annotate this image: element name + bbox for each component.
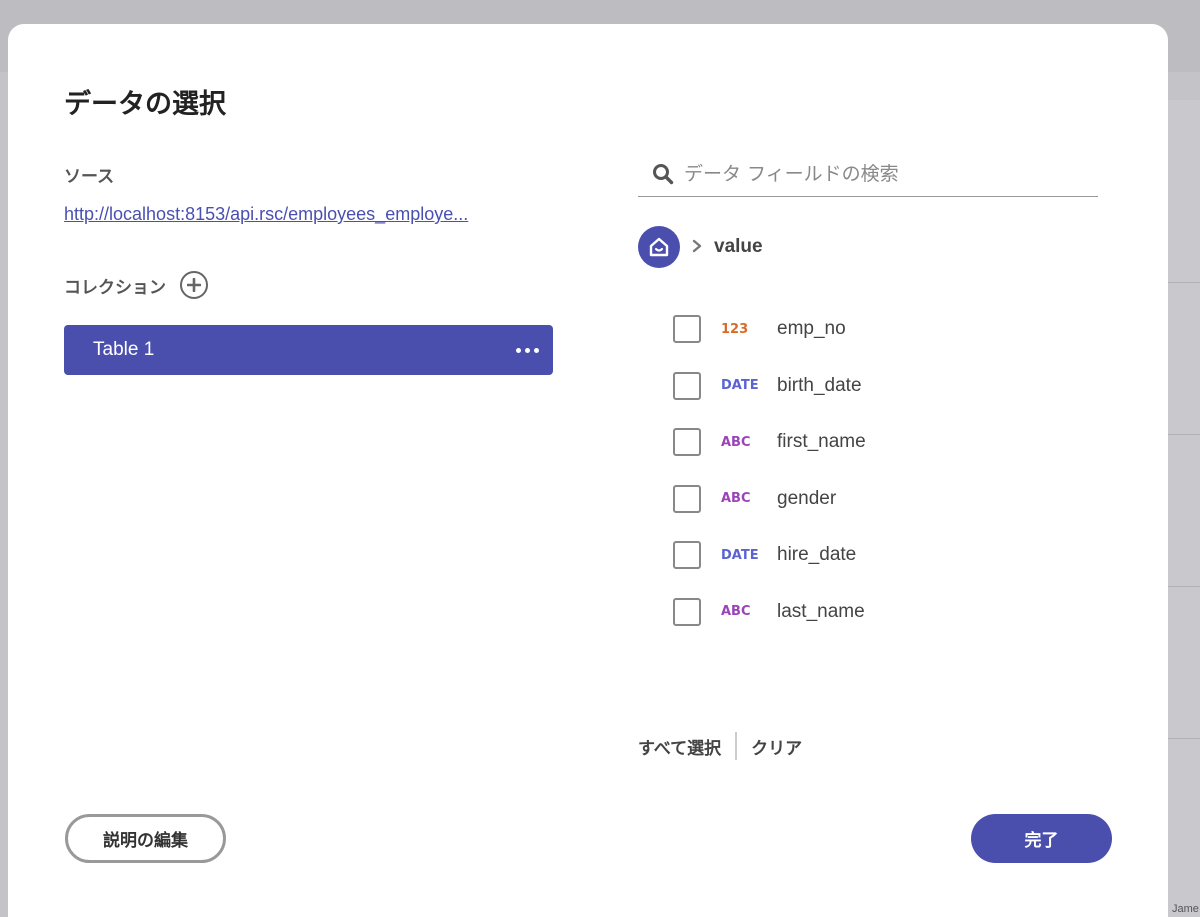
number-type-icon: 123 bbox=[721, 321, 749, 337]
more-options-icon[interactable] bbox=[516, 347, 539, 353]
text-type-icon: ABC bbox=[721, 604, 751, 620]
field-name: emp_no bbox=[777, 318, 846, 340]
selection-actions: すべて選択 クリア bbox=[638, 731, 802, 761]
done-button[interactable]: 完了 bbox=[971, 814, 1112, 863]
home-icon bbox=[649, 237, 669, 257]
background-chart-area bbox=[1168, 100, 1200, 917]
field-checkbox[interactable] bbox=[673, 597, 701, 626]
chevron-right-icon bbox=[692, 238, 702, 257]
breadcrumb-current[interactable]: value bbox=[714, 236, 763, 258]
text-type-icon: ABC bbox=[721, 434, 751, 450]
list-item[interactable]: ABC gender bbox=[673, 471, 866, 528]
field-checkbox[interactable] bbox=[673, 428, 701, 457]
list-item[interactable]: 123 emp_no bbox=[673, 301, 866, 358]
field-search bbox=[638, 152, 1098, 197]
select-data-dialog: データの選択 ソース http://localhost:8153/api.rsc… bbox=[8, 24, 1168, 917]
background-axis-label: Jame bbox=[1172, 903, 1199, 915]
select-all-button[interactable]: すべて選択 bbox=[638, 734, 721, 759]
collection-label: コレクション bbox=[64, 277, 166, 298]
field-name: hire_date bbox=[777, 544, 857, 566]
background-gridline bbox=[1168, 434, 1200, 435]
search-input[interactable] bbox=[684, 163, 1084, 185]
date-type-icon: DATE bbox=[721, 378, 759, 394]
plus-icon bbox=[187, 278, 201, 292]
field-checkbox[interactable] bbox=[673, 541, 701, 570]
divider bbox=[735, 732, 738, 760]
source-label: ソース bbox=[64, 167, 115, 187]
field-checkbox[interactable] bbox=[673, 371, 701, 400]
source-url-link[interactable]: http://localhost:8153/api.rsc/employees_… bbox=[64, 204, 552, 225]
field-list: 123 emp_no DATE birth_date ABC first_nam… bbox=[673, 301, 866, 640]
background-gridline bbox=[1168, 738, 1200, 739]
breadcrumb: value bbox=[638, 226, 763, 268]
background-gridline bbox=[1168, 586, 1200, 587]
text-type-icon: ABC bbox=[721, 491, 751, 507]
background-gridline bbox=[1168, 282, 1200, 283]
add-collection-button[interactable] bbox=[180, 271, 208, 299]
list-item[interactable]: DATE hire_date bbox=[673, 527, 866, 584]
field-checkbox[interactable] bbox=[673, 315, 701, 344]
clear-button[interactable]: クリア bbox=[751, 734, 802, 759]
field-name: first_name bbox=[777, 431, 866, 453]
field-checkbox[interactable] bbox=[673, 484, 701, 513]
field-name: gender bbox=[777, 487, 837, 509]
field-name: last_name bbox=[777, 600, 865, 622]
list-item[interactable]: DATE birth_date bbox=[673, 358, 866, 415]
collection-item-label: Table 1 bbox=[93, 339, 155, 360]
home-button[interactable] bbox=[638, 226, 680, 268]
edit-description-button[interactable]: 説明の編集 bbox=[65, 814, 226, 863]
collection-header: コレクション bbox=[64, 270, 208, 300]
list-item[interactable]: ABC last_name bbox=[673, 584, 866, 641]
collection-item-table-1[interactable]: Table 1 bbox=[64, 325, 553, 375]
field-name: birth_date bbox=[777, 374, 862, 396]
dialog-title: データの選択 bbox=[64, 89, 226, 120]
search-icon bbox=[653, 164, 674, 185]
list-item[interactable]: ABC first_name bbox=[673, 414, 866, 471]
date-type-icon: DATE bbox=[721, 547, 759, 563]
